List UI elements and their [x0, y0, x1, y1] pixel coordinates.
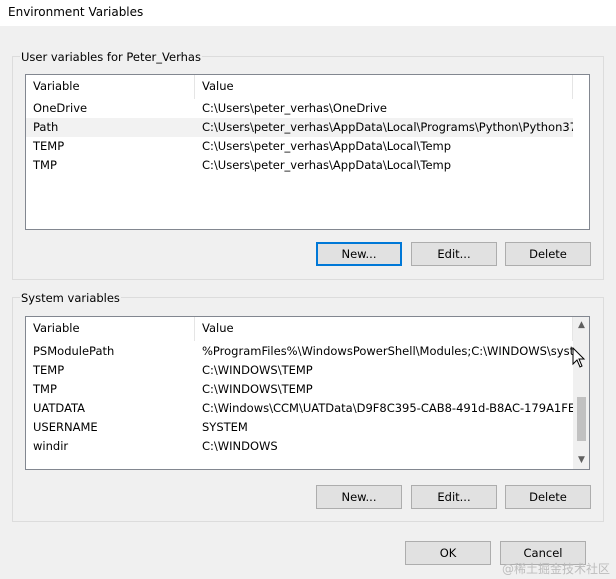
variable-name-cell: TEMP: [33, 139, 65, 153]
table-row[interactable]: TEMP C:\Users\peter_verhas\AppData\Local\…: [26, 137, 573, 156]
variable-name-cell: PSModulePath: [33, 344, 115, 358]
column-header-variable[interactable]: Variable: [26, 317, 195, 341]
column-header-value[interactable]: Value: [195, 317, 573, 341]
variable-name-cell: windir: [33, 439, 69, 453]
variable-value-cell: C:\Users\peter_verhas\AppData\Local\Prog…: [202, 120, 573, 134]
variable-name-cell: UATDATA: [33, 401, 86, 415]
watermark: @稀土掘金技术社区: [501, 562, 610, 576]
title-bar: Environment Variables: [0, 0, 616, 26]
vertical-scrollbar[interactable]: ▲ ▼: [573, 317, 589, 469]
variable-name-cell: TMP: [33, 158, 57, 172]
table-row[interactable]: TEMP C:\WINDOWS\TEMP: [26, 361, 573, 380]
ok-button[interactable]: OK: [405, 541, 491, 565]
system-new-button[interactable]: New...: [316, 485, 402, 509]
variable-value-cell: C:\WINDOWS\TEMP: [202, 363, 313, 377]
table-row[interactable]: PSModulePath %ProgramFiles%\WindowsPowerS…: [26, 342, 573, 361]
system-variables-list[interactable]: Variable Value PSModulePath %ProgramFiles…: [25, 316, 590, 470]
scroll-up-arrow-icon[interactable]: ▲: [573, 317, 589, 334]
variable-name-cell: OneDrive: [33, 101, 88, 115]
variable-value-cell: SYSTEM: [202, 420, 248, 434]
variable-value-cell: C:\Windows\CCM\UATData\D9F8C395-CAB8-491…: [202, 401, 573, 415]
window-title: Environment Variables: [8, 5, 144, 19]
variable-value-cell: C:\Users\peter_verhas\OneDrive: [202, 101, 387, 115]
scroll-thumb[interactable]: [577, 396, 586, 441]
variable-value-cell: C:\Users\peter_verhas\AppData\Local\Temp: [202, 158, 452, 172]
column-header-variable[interactable]: Variable: [26, 75, 195, 99]
user-new-button[interactable]: New...: [316, 242, 402, 266]
variable-name-cell: USERNAME: [33, 420, 98, 434]
mouse-pointer-icon: [572, 347, 586, 368]
list-header: Variable Value: [26, 317, 573, 341]
user-variables-label: User variables for Peter_Verhas: [20, 50, 202, 64]
variable-value-cell: %ProgramFiles%\WindowsPowerShell\Modules…: [202, 344, 573, 358]
user-variables-list[interactable]: Variable Value OneDrive C:\Users\peter_ve…: [25, 74, 590, 230]
system-variables-label: System variables: [20, 291, 121, 305]
list-header: Variable Value: [26, 75, 589, 99]
system-edit-button[interactable]: Edit...: [411, 485, 497, 509]
table-row[interactable]: OneDrive C:\Users\peter_verhas\OneDrive: [26, 99, 573, 118]
variable-name-cell: TEMP: [33, 363, 65, 377]
variable-value-cell: C:\WINDOWS: [202, 439, 278, 453]
variable-name-cell: TMP: [33, 382, 57, 396]
variable-name-cell: Path: [33, 120, 59, 134]
user-delete-button[interactable]: Delete: [505, 242, 591, 266]
variable-value-cell: C:\Users\peter_verhas\AppData\Local\Temp: [202, 139, 452, 153]
user-edit-button[interactable]: Edit...: [411, 242, 497, 266]
table-row[interactable]: windir C:\WINDOWS: [26, 437, 573, 456]
table-row[interactable]: Path C:\Users\peter_verhas\AppData\Local\…: [26, 118, 573, 137]
variable-value-cell: C:\WINDOWS\TEMP: [202, 382, 313, 396]
table-row[interactable]: USERNAME SYSTEM: [26, 418, 573, 437]
table-row[interactable]: TMP C:\Users\peter_verhas\AppData\Local\T…: [26, 156, 573, 175]
table-row[interactable]: UATDATA C:\Windows\CCM\UATData\D9F8C395-C…: [26, 399, 573, 418]
system-delete-button[interactable]: Delete: [505, 485, 591, 509]
scroll-down-arrow-icon[interactable]: ▼: [573, 452, 589, 469]
table-row[interactable]: TMP C:\WINDOWS\TEMP: [26, 380, 573, 399]
column-header-value[interactable]: Value: [195, 75, 573, 99]
